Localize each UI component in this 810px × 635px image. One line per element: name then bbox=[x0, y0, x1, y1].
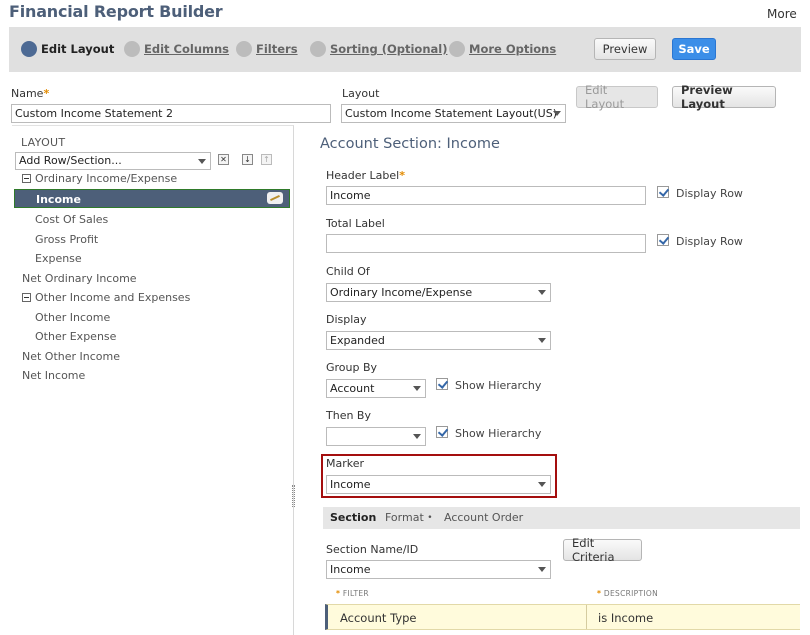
tree-item-other-income[interactable]: Other Income bbox=[35, 308, 110, 327]
marker-value: Income bbox=[330, 478, 371, 491]
chevron-down-icon bbox=[413, 434, 421, 439]
then-by-show-hierarchy-label: Show Hierarchy bbox=[455, 427, 542, 440]
tree-item-other-income-and-expenses[interactable]: Other Income and Expenses bbox=[22, 288, 190, 307]
edit-criteria-button[interactable]: Edit Criteria bbox=[563, 536, 642, 564]
marker-select[interactable]: Income bbox=[326, 475, 551, 494]
total-display-row-label: Display Row bbox=[676, 235, 743, 248]
collapse-icon[interactable] bbox=[22, 293, 31, 302]
step-edit-layout[interactable]: Edit Layout bbox=[21, 41, 114, 57]
step-active-dot-icon bbox=[21, 41, 37, 57]
chevron-down-icon bbox=[538, 290, 546, 295]
display-row-label: Display Row bbox=[676, 187, 743, 200]
name-label: Name* bbox=[11, 87, 50, 100]
tree-item-income[interactable]: Income bbox=[14, 189, 290, 208]
step-sorting[interactable]: Sorting (Optional) bbox=[310, 41, 447, 57]
display-select[interactable]: Expanded bbox=[326, 331, 551, 350]
tree-item-cost-of-sales[interactable]: Cost Of Sales bbox=[35, 210, 108, 229]
chevron-down-icon bbox=[553, 111, 561, 116]
column-header-filter: * FILTER bbox=[336, 589, 369, 598]
total-label-input[interactable] bbox=[326, 234, 646, 253]
step-dot-icon bbox=[236, 41, 252, 57]
layout-select[interactable]: Custom Income Statement Layout(US) bbox=[341, 104, 566, 123]
layout-tree-panel: LAYOUT Add Row/Section... ✕ ↓ ↑ Ordinary… bbox=[12, 125, 294, 635]
layout-label: Layout bbox=[342, 87, 380, 100]
group-by-label: Group By bbox=[326, 361, 378, 374]
section-title: Account Section: Income bbox=[320, 136, 500, 152]
save-button[interactable]: Save bbox=[672, 38, 716, 60]
chevron-down-icon bbox=[538, 482, 546, 487]
collapse-icon[interactable] bbox=[22, 174, 31, 183]
layout-select-value: Custom Income Statement Layout(US) bbox=[345, 107, 558, 120]
tree-item-expense[interactable]: Expense bbox=[35, 249, 82, 268]
tab-account-order[interactable]: Account Order bbox=[444, 511, 523, 524]
then-by-label: Then By bbox=[326, 409, 371, 422]
edit-pencil-icon[interactable] bbox=[267, 192, 283, 204]
display-row-checkbox[interactable] bbox=[657, 186, 669, 198]
step-dot-icon bbox=[124, 41, 140, 57]
then-by-show-hierarchy-checkbox[interactable] bbox=[436, 426, 448, 438]
column-header-description: * DESCRIPTION bbox=[597, 589, 658, 598]
layout-heading: LAYOUT bbox=[21, 136, 66, 149]
name-input[interactable]: Custom Income Statement 2 bbox=[11, 104, 331, 123]
section-name-id-label: Section Name/ID bbox=[326, 543, 419, 556]
column-divider bbox=[586, 605, 587, 629]
tree-item-net-other-income[interactable]: Net Other Income bbox=[22, 347, 120, 366]
chevron-down-icon bbox=[538, 567, 546, 572]
group-by-select[interactable]: Account bbox=[326, 379, 426, 398]
child-of-select[interactable]: Ordinary Income/Expense bbox=[326, 283, 551, 302]
step-filters[interactable]: Filters bbox=[236, 41, 298, 57]
tab-section[interactable]: Section bbox=[330, 511, 376, 524]
step-dot-icon bbox=[449, 41, 465, 57]
step-dot-icon bbox=[310, 41, 326, 57]
total-label-label: Total Label bbox=[326, 217, 385, 230]
table-row[interactable]: Account Type is Income bbox=[325, 604, 800, 630]
step-edit-columns[interactable]: Edit Columns bbox=[124, 41, 229, 57]
section-name-id-value: Income bbox=[330, 563, 371, 576]
edit-layout-button[interactable]: Edit Layout bbox=[576, 83, 658, 111]
tree-item-ordinary-income-expense[interactable]: Ordinary Income/Expense bbox=[22, 169, 177, 188]
then-by-select[interactable] bbox=[326, 427, 426, 446]
section-name-id-select[interactable]: Income bbox=[326, 560, 551, 579]
tab-format[interactable]: Format • bbox=[385, 511, 433, 524]
display-value: Expanded bbox=[330, 334, 385, 347]
description-cell: is Income bbox=[598, 611, 654, 625]
tree-item-net-income[interactable]: Net Income bbox=[22, 366, 85, 385]
chevron-down-icon bbox=[198, 159, 206, 164]
group-by-show-hierarchy-label: Show Hierarchy bbox=[455, 379, 542, 392]
tree-item-net-ordinary-income[interactable]: Net Ordinary Income bbox=[22, 269, 137, 288]
subtab-bar: Section Format • Account Order bbox=[323, 507, 800, 529]
header-label-input[interactable]: Income bbox=[326, 186, 646, 205]
child-of-value: Ordinary Income/Expense bbox=[330, 286, 473, 299]
total-display-row-checkbox[interactable] bbox=[657, 234, 669, 246]
add-row-select[interactable]: Add Row/Section... bbox=[15, 152, 211, 170]
step-label: Sorting (Optional) bbox=[330, 42, 448, 56]
step-label: Filters bbox=[256, 42, 298, 56]
move-down-icon[interactable]: ↓ bbox=[242, 154, 253, 165]
preview-layout-button[interactable]: Preview Layout bbox=[672, 83, 776, 111]
remove-icon[interactable]: ✕ bbox=[218, 154, 229, 165]
child-of-label: Child Of bbox=[326, 265, 370, 278]
marker-label: Marker bbox=[326, 457, 365, 470]
add-row-value: Add Row/Section... bbox=[19, 154, 122, 167]
more-link[interactable]: More bbox=[767, 7, 797, 21]
step-label: More Options bbox=[469, 42, 557, 56]
filter-cell: Account Type bbox=[340, 611, 417, 625]
chevron-down-icon bbox=[413, 386, 421, 391]
step-label: Edit Columns bbox=[144, 42, 230, 56]
step-bar: Edit Layout Edit Columns Filters Sorting… bbox=[9, 27, 801, 72]
display-label: Display bbox=[326, 313, 367, 326]
preview-button[interactable]: Preview bbox=[594, 38, 656, 60]
chevron-down-icon bbox=[538, 338, 546, 343]
page-title: Financial Report Builder bbox=[9, 2, 223, 21]
step-label: Edit Layout bbox=[41, 42, 115, 56]
step-more-options[interactable]: More Options bbox=[449, 41, 556, 57]
tree-item-gross-profit[interactable]: Gross Profit bbox=[35, 230, 98, 249]
group-by-show-hierarchy-checkbox[interactable] bbox=[436, 378, 448, 390]
tree-item-other-expense[interactable]: Other Expense bbox=[35, 327, 116, 346]
panel-splitter-handle[interactable] bbox=[292, 485, 295, 507]
move-up-icon[interactable]: ↑ bbox=[261, 154, 272, 165]
group-by-value: Account bbox=[330, 382, 375, 395]
header-label-label: Header Label* bbox=[326, 169, 405, 182]
